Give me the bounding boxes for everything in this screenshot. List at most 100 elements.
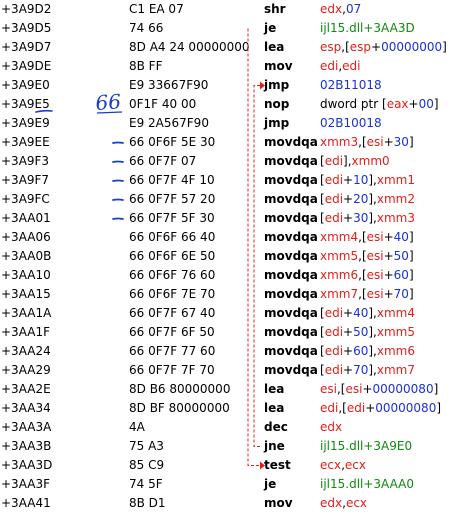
- operands-cell: esi,[esi+00000080]: [320, 380, 438, 399]
- operands-cell: [edi+40],xmm4: [320, 304, 415, 323]
- instruction-row[interactable]: +3AA3A 4A dec edx: [0, 418, 462, 437]
- address-cell: +3A9E9: [1, 116, 50, 130]
- operand-token: 00: [418, 97, 434, 111]
- operand-token: xmm7: [320, 287, 359, 301]
- operand-token: ijl15.dll+3A9E0: [320, 439, 413, 453]
- address-cell: +3A9EE: [1, 135, 50, 149]
- instruction-row[interactable]: +3A9E0 E9 33667F90 jmp 02B11018: [0, 76, 462, 95]
- mnemonic-cell: movdqa: [264, 135, 318, 149]
- address-cell: +3AA15: [1, 287, 51, 301]
- instruction-row[interactable]: +3AA0B 66 0F6F 6E 50 movdqa xmm5,[esi+50]: [0, 247, 462, 266]
- operands-cell: ijl15.dll+3A9E0: [320, 437, 412, 456]
- address-cell: +3AA01: [1, 211, 51, 225]
- instruction-row[interactable]: +3A9EE 66 0F6F 5E 30 movdqa xmm3,[esi+30]: [0, 133, 462, 152]
- operand-token: +: [383, 249, 394, 263]
- instruction-row[interactable]: +3AA3D 85 C9 test ecx,ecx: [0, 456, 462, 475]
- opcode-bytes-cell: 66 0F6F 6E 50: [129, 249, 216, 263]
- operand-token: ],: [368, 173, 377, 187]
- opcode-bytes-cell: 74 66: [129, 21, 164, 35]
- mnemonic-cell: dec: [264, 420, 288, 434]
- instruction-row[interactable]: +3AA2E 8D B6 80000000 lea esi,[esi+00000080…: [0, 380, 462, 399]
- mnemonic-cell: je: [264, 21, 277, 35]
- opcode-bytes-cell: 66 0F6F 7E 70: [129, 287, 216, 301]
- opcode-bytes-cell: E9 2A567F90: [129, 116, 209, 130]
- mnemonic-cell: movdqa: [264, 363, 318, 377]
- instruction-row[interactable]: +3AA3B 75 A3 jne ijl15.dll+3A9E0: [0, 437, 462, 456]
- operand-token: esi: [345, 382, 363, 396]
- operand-token: ,[: [358, 287, 367, 301]
- instruction-row[interactable]: +3AA34 8D BF 80000000 lea edi,[edi+00000080…: [0, 399, 462, 418]
- operands-cell: edx: [320, 418, 342, 437]
- operand-token: 07: [345, 2, 362, 16]
- operand-token: xmm1: [376, 173, 415, 187]
- operand-token: edi: [324, 154, 344, 168]
- opcode-bytes-cell: 66 0F7F 07: [129, 154, 197, 168]
- operand-token: +: [408, 97, 419, 111]
- mnemonic-cell: movdqa: [264, 230, 318, 244]
- instruction-row[interactable]: +3A9F3 66 0F7F 07 movdqa [edi],xmm0: [0, 152, 462, 171]
- opcode-bytes-cell: 66 0F7F 77 60: [129, 344, 216, 358]
- operand-token: edi: [320, 401, 339, 415]
- operand-token: +: [365, 401, 376, 415]
- opcode-bytes-cell: C1 EA 07: [129, 2, 184, 16]
- address-cell: +3A9D7: [1, 40, 52, 54]
- opcode-bytes-cell: 8D B6 80000000: [129, 382, 231, 396]
- instruction-row[interactable]: +3A9F7 66 0F7F 4F 10 movdqa [edi+10],xmm1: [0, 171, 462, 190]
- instruction-row[interactable]: +3AA15 66 0F6F 7E 70 movdqa xmm7,[esi+70]: [0, 285, 462, 304]
- opcode-bytes-cell: 4A: [129, 420, 145, 434]
- instruction-row[interactable]: +3A9DE 8B FF mov edi,edi: [0, 57, 462, 76]
- instruction-row[interactable]: +3AA41 8B D1 mov edx,ecx: [0, 494, 462, 513]
- opcode-bytes-cell: 0F1F 40 00: [129, 97, 197, 111]
- operands-cell: ecx,ecx: [320, 456, 366, 475]
- address-cell: +3AA2E: [1, 382, 51, 396]
- operand-token: ,[: [338, 401, 347, 415]
- operand-token: 10: [353, 173, 369, 187]
- opcode-bytes-cell: 75 A3: [129, 439, 164, 453]
- operands-cell: xmm5,[esi+50]: [320, 247, 414, 266]
- operand-token: edi: [346, 401, 366, 415]
- operand-token: esi: [366, 135, 384, 149]
- mnemonic-cell: je: [264, 477, 277, 491]
- instruction-row[interactable]: +3A9D7 8D A4 24 00000000 lea esp,[esp+00000…: [0, 38, 462, 57]
- operand-token: esi: [366, 268, 384, 282]
- operand-token: eax: [386, 97, 409, 111]
- operand-token: 00000080: [375, 401, 437, 415]
- operand-token: ,[: [358, 268, 367, 282]
- operand-token: ],: [368, 344, 377, 358]
- address-cell: +3AA10: [1, 268, 51, 282]
- operand-token: 60: [393, 268, 409, 282]
- operand-token: xmm4: [376, 306, 415, 320]
- address-cell: +3AA0B: [1, 249, 52, 263]
- instruction-row[interactable]: +3AA24 66 0F7F 77 60 movdqa [edi+60],xmm6: [0, 342, 462, 361]
- operand-token: edi: [324, 325, 344, 339]
- mnemonic-cell: mov: [264, 59, 293, 73]
- mnemonic-cell: nop: [264, 97, 290, 111]
- address-cell: +3AA1F: [1, 325, 50, 339]
- operand-token: ],: [368, 306, 377, 320]
- operand-token: xmm4: [320, 230, 359, 244]
- instruction-row[interactable]: +3AA01 66 0F7F 5F 30 movdqa [edi+30],xmm3: [0, 209, 462, 228]
- instruction-row[interactable]: +3A9D5 74 66 je ijl15.dll+3AA3D: [0, 19, 462, 38]
- opcode-bytes-cell: 66 0F7F 5F 30: [129, 211, 215, 225]
- operand-token: +: [383, 268, 394, 282]
- instruction-row[interactable]: +3AA29 66 0F7F 7F 70 movdqa [edi+70],xmm7: [0, 361, 462, 380]
- mnemonic-cell: test: [264, 458, 291, 472]
- instruction-row[interactable]: +3A9E9 E9 2A567F90 jmp 02B10018: [0, 114, 462, 133]
- instruction-row[interactable]: +3AA3F 74 5F je ijl15.dll+3AAA0: [0, 475, 462, 494]
- instruction-row[interactable]: +3AA06 66 0F6F 66 40 movdqa xmm4,[esi+40]: [0, 228, 462, 247]
- instruction-row[interactable]: +3AA1F 66 0F7F 6F 50 movdqa [edi+50],xmm5: [0, 323, 462, 342]
- instruction-row[interactable]: +3AA1A 66 0F7F 67 40 movdqa [edi+40],xmm4: [0, 304, 462, 323]
- mnemonic-cell: movdqa: [264, 287, 318, 301]
- operands-cell: xmm3,[esi+30]: [320, 133, 414, 152]
- instruction-row[interactable]: +3A9FC 66 0F7F 57 20 movdqa [edi+20],xmm2: [0, 190, 462, 209]
- operand-token: xmm7: [376, 363, 415, 377]
- mnemonic-cell: mov: [264, 496, 293, 510]
- operands-cell: ijl15.dll+3AA3D: [320, 19, 415, 38]
- instruction-row[interactable]: +3AA10 66 0F6F 76 60 movdqa xmm6,[esi+60]: [0, 266, 462, 285]
- operands-cell: edx,ecx: [320, 494, 367, 513]
- operand-token: ]: [433, 382, 439, 396]
- operand-token: +: [343, 173, 354, 187]
- instruction-row[interactable]: +3A9D2 C1 EA 07 shr edx,07: [0, 0, 462, 19]
- instruction-row[interactable]: +3A9E5 0F1F 40 00 nop dword ptr [eax+00]: [0, 95, 462, 114]
- operand-token: 70: [393, 287, 409, 301]
